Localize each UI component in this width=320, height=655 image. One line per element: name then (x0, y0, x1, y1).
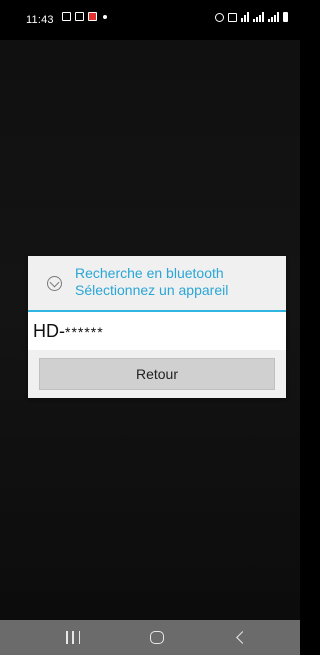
bluetooth-dialog: Recherche en bluetooth Sélectionnez un a… (28, 256, 286, 398)
recents-icon[interactable] (66, 631, 80, 644)
mute-icon (228, 12, 237, 22)
home-icon[interactable] (150, 631, 164, 644)
status-bar: 11:43 (0, 0, 300, 40)
app-icon (88, 12, 97, 21)
notification-icon (62, 12, 71, 21)
gallery-icon (75, 12, 84, 21)
signal-icon-2 (268, 12, 279, 22)
device-list-item[interactable]: HD-****** (28, 312, 286, 350)
status-time: 11:43 (26, 14, 54, 26)
dialog-title-line1: Recherche en bluetooth (75, 265, 224, 281)
notification-icons (62, 12, 107, 21)
wifi-icon (241, 12, 249, 22)
dialog-title-line2: Sélectionnez un appareil (75, 282, 229, 298)
dialog-header: Recherche en bluetooth Sélectionnez un a… (28, 256, 286, 312)
back-icon[interactable] (236, 631, 249, 644)
alarm-icon (215, 12, 224, 22)
dialog-title: Recherche en bluetooth Sélectionnez un a… (75, 265, 280, 299)
back-button[interactable]: Retour (39, 358, 275, 390)
system-icons (215, 12, 288, 22)
bluetooth-icon (47, 276, 62, 291)
signal-icon (253, 12, 264, 22)
device-name: HD-****** (33, 321, 104, 341)
battery-icon (283, 12, 288, 22)
navigation-bar (0, 620, 300, 655)
more-dot-icon (103, 14, 107, 19)
